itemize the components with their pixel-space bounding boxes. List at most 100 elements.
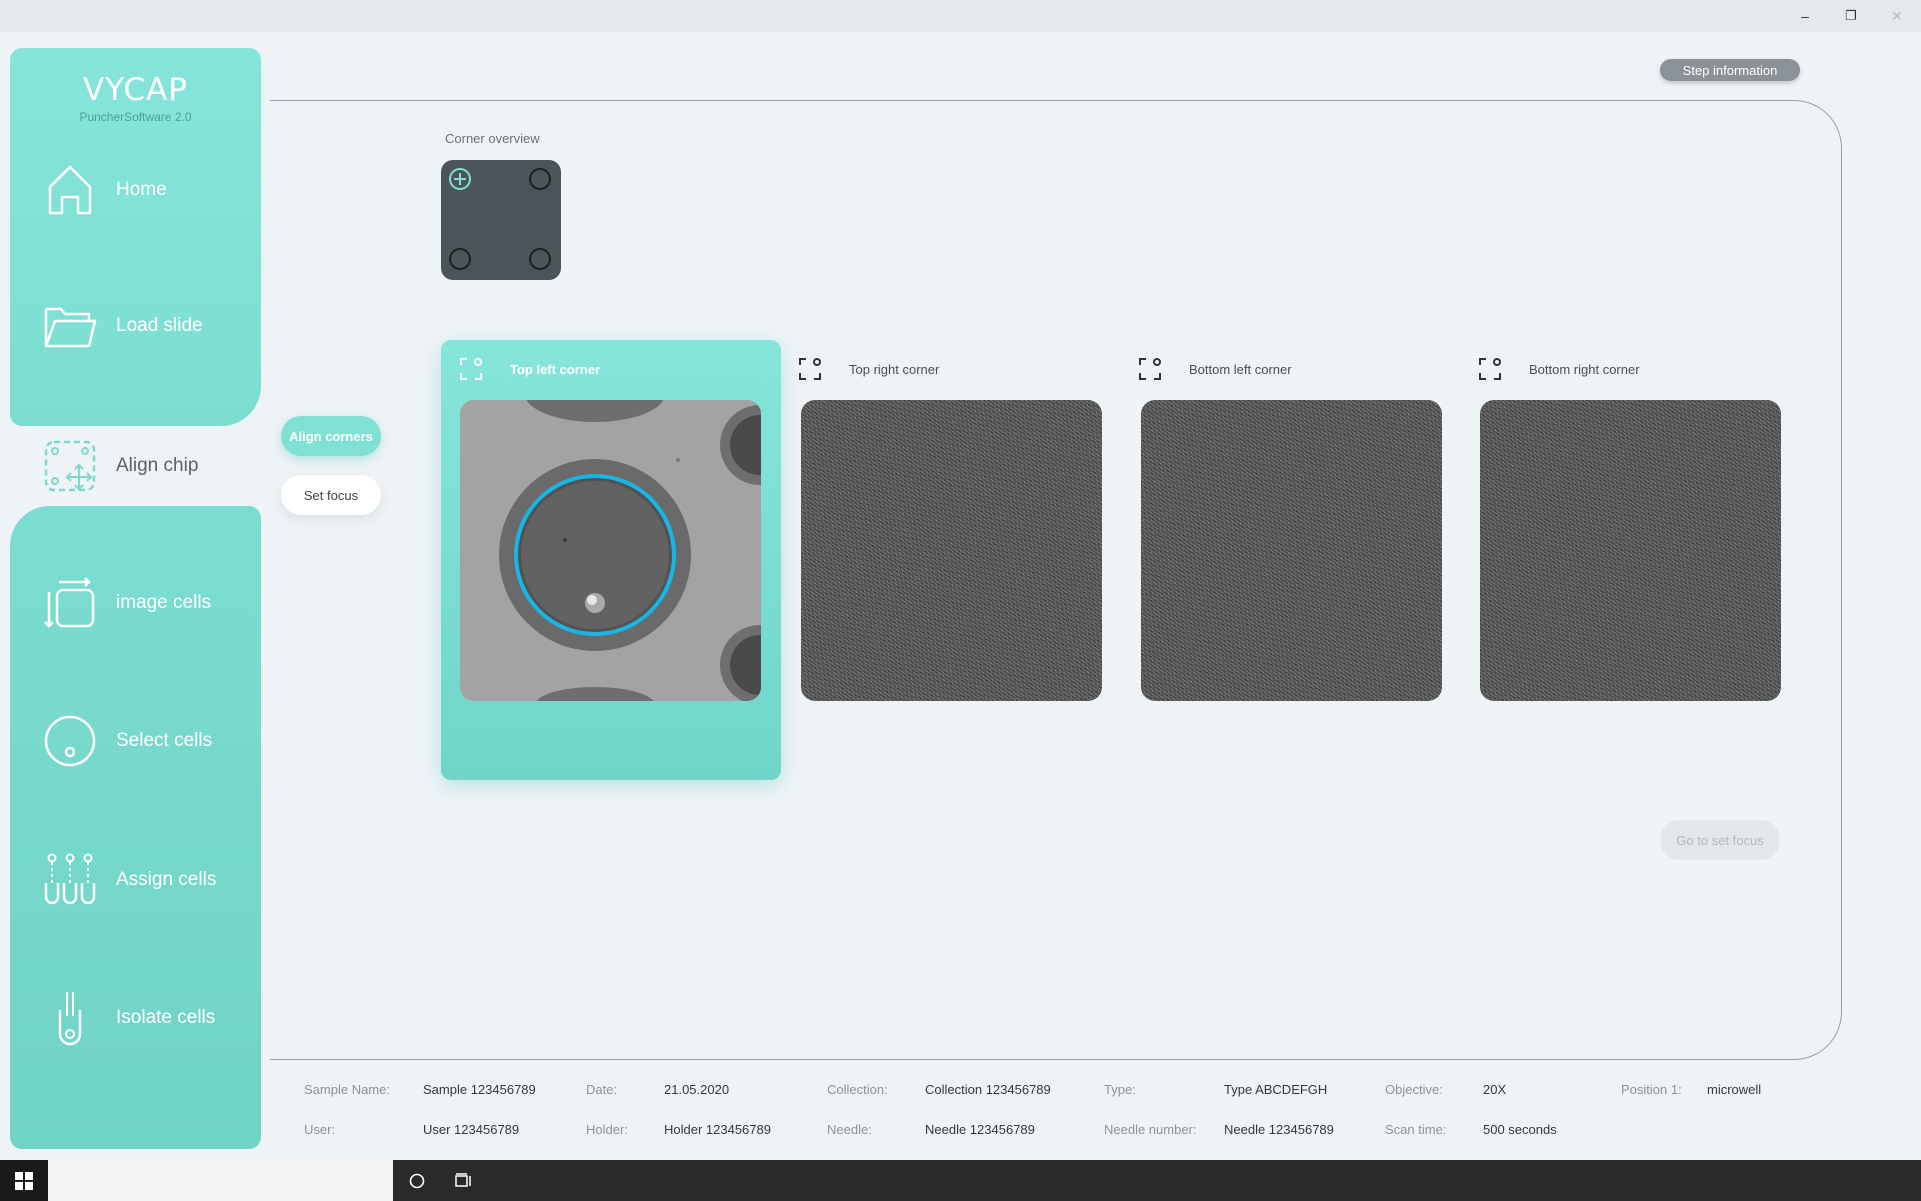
restore-icon: ❐	[1845, 8, 1857, 23]
corner-header-bottom-left[interactable]: Bottom left corner	[1139, 358, 1292, 380]
info-key: Scan time:	[1385, 1122, 1447, 1137]
info-value: Holder 123456789	[664, 1122, 771, 1137]
info-needle-number: Needle number:	[1104, 1122, 1197, 1137]
info-value: Needle 123456789	[925, 1122, 1035, 1137]
info-objective: Objective:	[1385, 1082, 1443, 1097]
info-value: User 123456789	[423, 1122, 520, 1137]
corner-marker-top-right[interactable]	[529, 168, 551, 190]
info-user-value: User 123456789	[423, 1122, 519, 1137]
corner-label: Top right corner	[849, 361, 940, 377]
isolate-cells-icon	[40, 988, 100, 1048]
sidebar-item-label: Isolate cells	[116, 1007, 216, 1028]
sidebar-item-select-cells[interactable]: Select cells	[40, 711, 212, 771]
home-icon	[40, 160, 100, 220]
sidebar-item-label: Load slide	[116, 315, 203, 336]
close-button[interactable]: ✕	[1874, 0, 1920, 32]
assign-cells-icon	[40, 850, 100, 910]
corner-header-top-left: Top left corner	[460, 358, 600, 380]
corner-marker-top-left[interactable]	[449, 168, 471, 190]
info-objective-value: 20X	[1483, 1082, 1506, 1097]
task-view-icon	[455, 1173, 471, 1187]
info-key: Type:	[1104, 1082, 1136, 1097]
windows-icon	[15, 1171, 33, 1190]
corner-label: Bottom left corner	[1189, 361, 1292, 377]
info-type-value: Type ABCDEFGH	[1224, 1082, 1327, 1097]
info-key: Objective:	[1385, 1082, 1443, 1097]
info-key: Date:	[586, 1082, 618, 1097]
info-key: Needle number:	[1104, 1122, 1197, 1137]
close-icon: ✕	[1891, 7, 1903, 24]
info-scan-time-value: 500 seconds	[1483, 1122, 1557, 1137]
focus-frame-icon	[1479, 358, 1501, 380]
select-cells-icon	[40, 711, 100, 771]
corner-overview	[441, 160, 561, 280]
brand: VYCAP PuncherSoftware 2.0	[10, 72, 261, 124]
task-view-button[interactable]	[452, 1170, 476, 1192]
corner-image-bottom-right[interactable]	[1480, 400, 1781, 701]
info-value: Sample 123456789	[423, 1082, 536, 1097]
info-date: Date:	[586, 1082, 617, 1097]
info-key: Holder:	[586, 1122, 628, 1137]
image-cells-icon	[40, 573, 100, 633]
info-value: Needle 123456789	[1224, 1122, 1334, 1137]
sidebar-item-label: image cells	[116, 592, 212, 613]
info-value: 500 seconds	[1483, 1122, 1557, 1137]
sidebar-item-label: Home	[116, 179, 167, 200]
cortana-button[interactable]	[405, 1170, 429, 1192]
info-needle-value: Needle 123456789	[925, 1122, 1035, 1137]
info-date-value: 21.05.2020	[664, 1082, 729, 1097]
corner-header-bottom-right[interactable]: Bottom right corner	[1479, 358, 1640, 380]
info-key: Needle:	[827, 1122, 872, 1137]
minimize-button[interactable]: –	[1782, 0, 1828, 32]
info-value: 21.05.2020	[664, 1082, 730, 1097]
info-value: microwell	[1707, 1082, 1762, 1097]
info-scan-time: Scan time:	[1385, 1122, 1446, 1137]
sidebar-item-label: Assign cells	[116, 869, 217, 890]
info-holder-value: Holder 123456789	[664, 1122, 771, 1137]
info-collection: Collection:	[827, 1082, 888, 1097]
info-key: User:	[304, 1122, 336, 1137]
start-button[interactable]	[0, 1160, 48, 1201]
info-key: Sample Name:	[304, 1082, 390, 1097]
go-to-set-focus-button[interactable]: Go to set focus	[1660, 820, 1780, 860]
restore-button[interactable]: ❐	[1828, 0, 1874, 32]
corner-image-top-right[interactable]	[801, 400, 1102, 701]
cortana-icon	[409, 1173, 425, 1189]
info-value: Collection 123456789	[925, 1082, 1051, 1097]
info-collection-value: Collection 123456789	[925, 1082, 1051, 1097]
info-position-value: microwell	[1707, 1082, 1761, 1097]
info-type: Type:	[1104, 1082, 1136, 1097]
taskbar-search-box[interactable]	[48, 1160, 393, 1201]
corner-marker-bottom-right[interactable]	[529, 248, 551, 270]
corner-marker-bottom-left[interactable]	[449, 248, 471, 270]
info-position: Position 1:	[1621, 1082, 1682, 1097]
info-user: User:	[304, 1122, 335, 1137]
brand-title: VYCAP	[83, 72, 188, 108]
step-information-button[interactable]: Step information	[1660, 59, 1800, 81]
focus-frame-icon	[1139, 358, 1161, 380]
title-bar: – ❐ ✕	[0, 0, 1921, 32]
corner-header-top-right[interactable]: Top right corner	[799, 358, 939, 380]
info-key: Position 1:	[1621, 1082, 1682, 1097]
corner-image-bottom-left[interactable]	[1141, 400, 1442, 701]
info-sample-name-value: Sample 123456789	[423, 1082, 536, 1097]
sidebar-item-label: Align chip	[116, 455, 199, 476]
sidebar-item-isolate-cells[interactable]: Isolate cells	[40, 988, 215, 1048]
sidebar-item-load-slide[interactable]: Load slide	[40, 296, 203, 356]
corner-image-top-left[interactable]	[460, 400, 761, 701]
info-needle-number-value: Needle 123456789	[1224, 1122, 1334, 1137]
sidebar-item-image-cells[interactable]: image cells	[40, 573, 211, 633]
corner-label: Bottom right corner	[1529, 361, 1640, 377]
corner-overview-title: Corner overview	[445, 131, 540, 146]
minimize-icon: –	[1801, 8, 1809, 24]
taskbar	[0, 1160, 1921, 1201]
sidebar-item-assign-cells[interactable]: Assign cells	[40, 850, 216, 910]
align-chip-icon	[40, 436, 100, 496]
step-information-label: Step information	[1682, 62, 1778, 78]
sidebar-item-align-chip[interactable]: Align chip	[40, 436, 198, 496]
folder-icon	[40, 296, 100, 356]
info-sample-name: Sample Name:	[304, 1082, 390, 1097]
sidebar-item-home[interactable]: Home	[40, 160, 167, 220]
info-value: Type ABCDEFGH	[1224, 1082, 1328, 1097]
go-to-set-focus-label: Go to set focus	[1676, 832, 1764, 848]
